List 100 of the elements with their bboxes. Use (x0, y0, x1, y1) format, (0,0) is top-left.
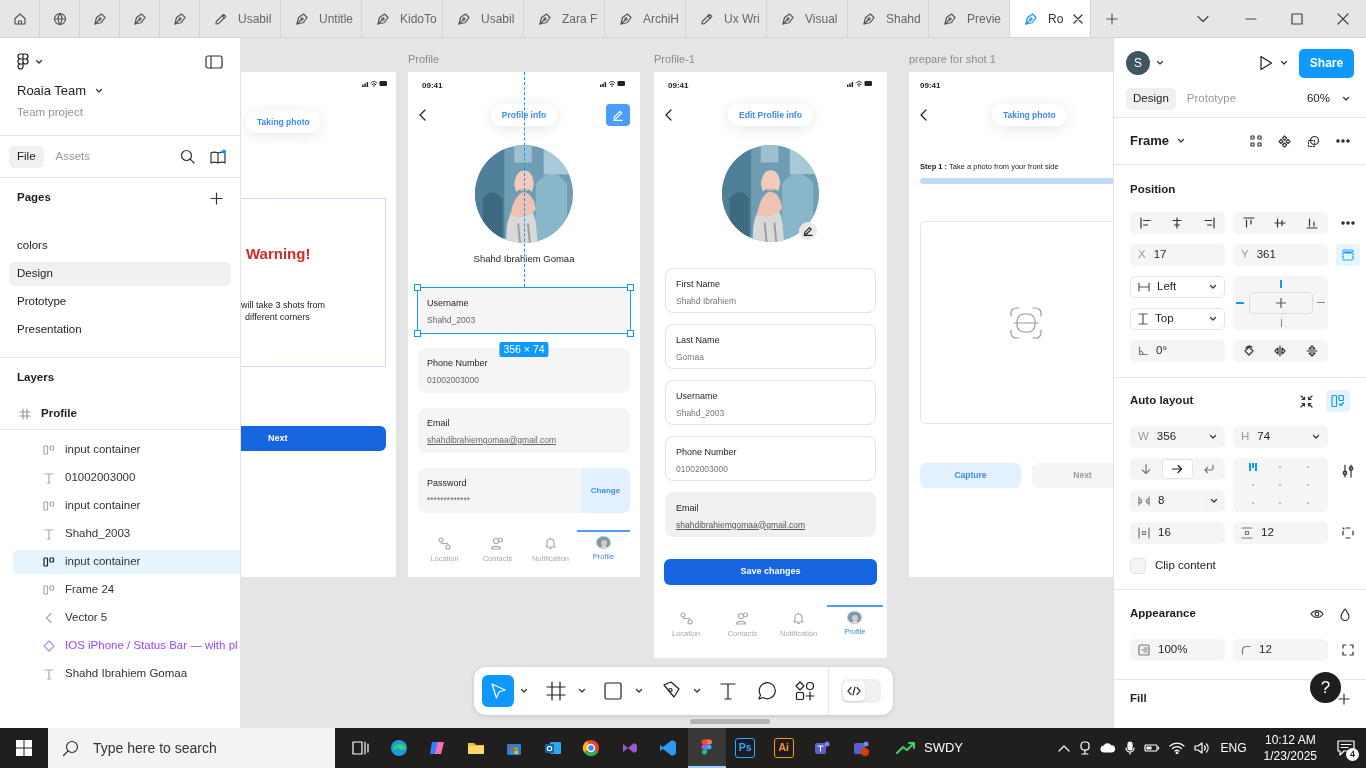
page-item[interactable]: Presentation (9, 318, 231, 342)
browser-tab[interactable]: Ux Wri (686, 0, 767, 37)
input-field[interactable]: First Name Shahd Ibrahiem (665, 268, 876, 313)
page-item[interactable]: colors (9, 234, 231, 258)
browser-tab[interactable]: KidoTo (362, 0, 443, 37)
language-indicator[interactable]: ENG (1220, 739, 1247, 757)
back-icon[interactable] (919, 108, 929, 122)
input-field[interactable]: Last Name Gomaa (665, 324, 876, 369)
browser-tab[interactable]: Usabil (200, 0, 281, 37)
clip-content-checkbox[interactable] (1130, 558, 1146, 574)
layer-item[interactable]: input container (13, 438, 240, 462)
transform-control[interactable] (1233, 340, 1328, 362)
scrollbar[interactable] (690, 719, 770, 724)
browser-tab[interactable]: Untitle (281, 0, 362, 37)
horizontal-constraint-select[interactable]: Left (1130, 276, 1225, 298)
panel-tab[interactable]: Design (1126, 88, 1176, 110)
add-icon[interactable] (1338, 693, 1350, 705)
caret-icon (1280, 60, 1288, 66)
clock[interactable]: 10:12 AM 1/23/2025 (1263, 732, 1317, 764)
taskbar-search-field[interactable]: Type here to search (48, 728, 335, 768)
close-icon[interactable] (1337, 12, 1349, 25)
padding-horizontal-icon (1138, 527, 1150, 539)
add-page-icon[interactable] (210, 191, 223, 205)
settings-sliders-icon[interactable] (1342, 464, 1354, 478)
page-item[interactable]: Design (9, 262, 231, 286)
stock-widget[interactable]: SWDY (896, 738, 963, 758)
horizontal-padding-field[interactable]: 16 (1130, 522, 1225, 544)
next-button[interactable]: Next (241, 426, 386, 451)
input-field[interactable]: Password ************* Change (418, 468, 630, 514)
taskbar-app[interactable] (687, 728, 726, 768)
layer-item[interactable]: Vector 5 (13, 606, 240, 630)
direction-button[interactable] (1162, 459, 1193, 479)
opacity-field[interactable]: 100% (1130, 639, 1225, 661)
maximize-icon[interactable] (1291, 12, 1303, 25)
status-time: 09:41 (668, 80, 689, 92)
user-avatar[interactable]: S (1126, 51, 1150, 75)
library-book-icon[interactable] (209, 148, 227, 165)
layer-item[interactable]: input container (13, 550, 240, 574)
width-field[interactable]: W 356 (1130, 426, 1225, 448)
layer-item[interactable]: IOS iPhone / Status Bar — with pl (13, 634, 240, 658)
browser-tab[interactable]: Shahd (848, 0, 929, 37)
align-vertical-control[interactable] (1233, 212, 1328, 234)
add-tab-icon[interactable] (1106, 12, 1118, 25)
edit-button[interactable] (606, 104, 630, 126)
panel-tab[interactable]: File (9, 145, 44, 168)
auto-layout-toggle[interactable] (1326, 390, 1350, 412)
save-button[interactable]: Save changes (664, 559, 877, 585)
main-menu-button[interactable] (17, 53, 43, 71)
more-icon[interactable] (1336, 139, 1350, 143)
back-icon[interactable] (664, 108, 674, 122)
corners-icon[interactable] (1342, 644, 1354, 656)
layer-item[interactable]: Frame 24 (13, 578, 240, 602)
page-item[interactable]: Prototype (9, 290, 231, 314)
browser-tab[interactable]: Ro (1010, 0, 1091, 37)
browser-tab[interactable]: ArchiH (605, 0, 686, 37)
collapse-icon[interactable] (1300, 394, 1313, 408)
dev-mode-toggle[interactable] (841, 679, 881, 703)
input-field[interactable]: Email shahdibrahiemgomaa@gmail.com (418, 408, 630, 454)
chevron-up-icon[interactable] (1057, 744, 1070, 752)
corner-radius-field[interactable]: 12 (1233, 639, 1328, 661)
search-icon[interactable] (180, 149, 195, 164)
align-horizontal-control[interactable] (1130, 212, 1225, 234)
eye-icon[interactable] (1310, 609, 1324, 619)
more-icon[interactable] (1341, 221, 1355, 225)
height-field[interactable]: H 74 (1233, 426, 1328, 448)
sidebar-toggle-icon[interactable] (205, 55, 223, 69)
back-icon[interactable] (418, 108, 428, 122)
browser-tab[interactable]: Visual (767, 0, 848, 37)
vertical-padding-field[interactable]: 12 (1233, 522, 1328, 544)
grid-icon[interactable] (1250, 135, 1262, 147)
padding-icon[interactable] (1342, 527, 1354, 539)
rotation-field[interactable]: 0° (1130, 340, 1225, 362)
vertical-constraint-select[interactable]: Top (1130, 308, 1225, 330)
layer-item[interactable]: Shahd Ibrahiem Gomaa (13, 662, 240, 686)
team-menu-button[interactable]: Roaia Team (17, 82, 104, 100)
help-button[interactable]: ? (1310, 672, 1341, 703)
close-icon[interactable] (1072, 12, 1085, 25)
layer-item[interactable]: 01002003000 (13, 466, 240, 490)
gap-field[interactable]: 8 (1130, 490, 1225, 512)
taskbar-app[interactable]: Ai (764, 728, 803, 768)
browser-tab[interactable]: Zara F (524, 0, 605, 37)
play-icon[interactable] (1259, 55, 1273, 71)
taskbar-app[interactable]: Ps (726, 728, 765, 768)
browser-tab[interactable]: Usabil (443, 0, 524, 37)
notification-button[interactable]: 4 (1326, 728, 1366, 768)
layer-item[interactable]: Profile (0, 398, 240, 430)
layer-item[interactable]: Shahd_2003 (13, 522, 240, 546)
y-field[interactable]: Y 361 (1233, 244, 1328, 266)
component-icon[interactable] (1278, 134, 1291, 148)
x-field[interactable]: X 17 (1130, 244, 1225, 266)
caret-icon[interactable] (1197, 14, 1209, 23)
zoom-menu[interactable]: 60% (1306, 90, 1354, 108)
drop-icon[interactable] (1340, 607, 1350, 621)
frame-type-menu[interactable]: Frame (1130, 131, 1186, 151)
layer-item[interactable]: input container (13, 494, 240, 518)
constraints-toggle[interactable] (1336, 244, 1360, 266)
mask-icon[interactable] (1307, 134, 1320, 148)
input-field[interactable]: Username Shahd_2003 (665, 380, 876, 425)
edit-photo-button[interactable] (799, 222, 817, 240)
input-field[interactable]: Phone Number 01002003000 (665, 436, 876, 481)
